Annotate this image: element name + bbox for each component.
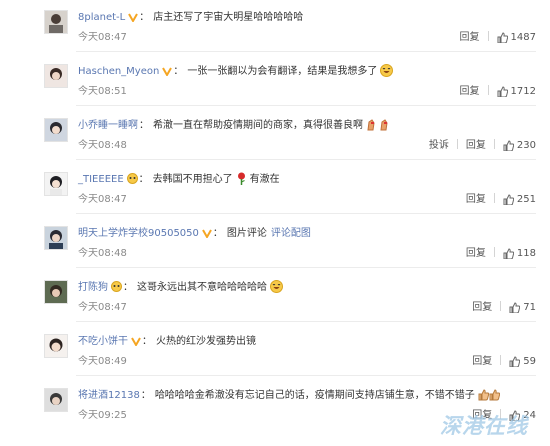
username[interactable]: 明天上学炸学校90505050	[78, 228, 199, 239]
avatar-photo-icon	[45, 65, 67, 87]
user-avatar[interactable]	[44, 172, 68, 196]
like-button[interactable]: 1712	[497, 84, 536, 103]
comment-item: 明天上学炸学校90505050：图片评论 评论配图 今天08:48 回复 118	[0, 216, 550, 268]
comment-time: 今天08:51	[78, 86, 127, 97]
comment-item: _TIEEEEE：去韩国不用担心了 有澈在 今天08:47 回复 251	[0, 162, 550, 214]
avatar-photo-icon	[45, 335, 67, 357]
comment-text: 希澈一直在帮助疫情期间的商家，真得很善良啊	[153, 120, 363, 131]
thumbs-up-icon	[503, 140, 515, 157]
comment-item: Haschen_Myeon：一张一张翻以为会有翻译，结果是我想多了 今天08:5…	[0, 54, 550, 106]
username[interactable]: 将进酒12138	[78, 390, 140, 401]
user-avatar[interactable]	[44, 64, 68, 88]
like-count: 71	[523, 302, 536, 313]
like-button[interactable]: 230	[503, 138, 536, 157]
like-button[interactable]: 1487	[497, 30, 536, 49]
comment-item: 不吃小饼干：火热的红沙发强势出镜 今天08:49 回复 59	[0, 324, 550, 376]
verified-badge-icon	[202, 228, 212, 244]
username[interactable]: 小乔睡一睡啊	[78, 120, 138, 131]
user-avatar[interactable]	[44, 118, 68, 142]
comment-time: 今天08:47	[78, 194, 127, 205]
comment-time: 今天09:25	[78, 410, 127, 421]
comment-text-tail: 有澈在	[249, 174, 280, 185]
report-button[interactable]: 投诉	[429, 138, 449, 154]
image-comment-link[interactable]: 评论配图	[271, 228, 311, 239]
like-count: 1712	[510, 86, 536, 97]
comment-text: 一张一张翻以为会有翻译，结果是我想多了	[187, 66, 378, 77]
comment-text: 图片评论	[226, 228, 267, 239]
like-count: 1487	[510, 32, 536, 43]
username[interactable]: 打陈狗	[78, 282, 108, 293]
divider	[76, 321, 536, 322]
hands-emoji-icon	[366, 118, 392, 137]
comment-time: 今天08:48	[78, 248, 127, 259]
like-button[interactable]: 118	[503, 246, 536, 265]
divider	[76, 159, 536, 160]
reply-button[interactable]: 回复	[472, 354, 492, 370]
site-watermark: 深港在线	[440, 414, 528, 438]
like-count: 230	[516, 140, 536, 151]
thumbs-up-icon	[509, 302, 521, 319]
username[interactable]: Haschen_Myeon	[78, 66, 159, 77]
reply-button[interactable]: 回复	[460, 84, 480, 100]
comment-item: 8planet-L：店主还写了宇宙大明星哈哈哈哈哈 今天08:47 回复 1487	[0, 0, 550, 52]
divider	[76, 267, 536, 268]
avatar-photo-icon	[45, 173, 67, 195]
comment-text: 这哥永远出其不意哈哈哈哈哈	[137, 282, 267, 293]
verified-badge-icon	[131, 336, 141, 352]
reply-button[interactable]: 回复	[466, 192, 486, 208]
like-count: 59	[523, 356, 536, 367]
thumbs-up-icon	[497, 86, 508, 103]
fan-emoji-badge-icon	[111, 281, 122, 298]
user-avatar[interactable]	[44, 10, 68, 34]
thumbs-up-icon	[497, 32, 508, 49]
avatar-photo-icon	[45, 227, 67, 249]
user-avatar[interactable]	[44, 388, 68, 412]
divider	[76, 375, 536, 376]
divider	[76, 105, 536, 106]
verified-badge-icon	[128, 12, 139, 28]
fan-emoji-badge-icon	[126, 173, 138, 190]
comment-item: 小乔睡一睡啊： 希澈一直在帮助疫情期间的商家，真得很善良啊 今天08:48 投诉回…	[0, 108, 550, 160]
thumbs-up-icon	[509, 356, 521, 373]
like-button[interactable]: 251	[503, 192, 536, 211]
verified-badge-icon	[162, 66, 173, 82]
comment-time: 今天08:49	[78, 356, 127, 367]
comment-time: 今天08:47	[78, 32, 127, 43]
user-avatar[interactable]	[44, 226, 68, 250]
username[interactable]: 8planet-L	[78, 12, 125, 23]
avatar-photo-icon	[45, 119, 67, 141]
laughing-emoji-icon	[270, 280, 283, 299]
avatar-photo-icon	[45, 11, 67, 33]
comment-time: 今天08:48	[78, 140, 127, 151]
avatar-photo-icon	[45, 389, 67, 411]
thumbs-up-icon	[503, 248, 515, 265]
comment-feed: 8planet-L：店主还写了宇宙大明星哈哈哈哈哈 今天08:47 回复 1487…	[0, 0, 550, 446]
divider	[76, 51, 536, 52]
thumbs-up-icon	[503, 194, 515, 211]
comment-item: 打陈狗：这哥永远出其不意哈哈哈哈哈 今天08:47 回复 71	[0, 270, 550, 322]
reply-button[interactable]: 回复	[472, 300, 492, 316]
comment-text: 哈哈哈哈金希澈没有忘记自己的话，疫情期间支持店铺生意，不错不错子	[154, 390, 475, 401]
reply-button[interactable]: 回复	[466, 138, 486, 154]
like-count: 251	[516, 194, 536, 205]
divider	[76, 213, 536, 214]
user-avatar[interactable]	[44, 280, 68, 304]
avatar-photo-icon	[45, 281, 67, 303]
username[interactable]: 不吃小饼干	[78, 336, 128, 347]
reply-button[interactable]: 回复	[460, 30, 480, 46]
like-button[interactable]: 59	[509, 354, 536, 373]
comment-text: 去韩国不用担心了	[152, 174, 233, 185]
thumbs-emoji-icon	[478, 389, 500, 407]
comment-text: 火热的红沙发强势出镜	[156, 336, 256, 347]
like-button[interactable]: 71	[509, 300, 536, 319]
comment-text: 店主还写了宇宙大明星哈哈哈哈哈	[153, 12, 304, 23]
user-avatar[interactable]	[44, 334, 68, 358]
username[interactable]: _TIEEEEE	[78, 174, 124, 185]
rose-emoji-icon	[236, 172, 247, 191]
like-count: 118	[516, 248, 536, 259]
laughing-emoji-icon	[380, 64, 394, 83]
reply-button[interactable]: 回复	[466, 246, 486, 262]
comment-time: 今天08:47	[78, 302, 127, 313]
